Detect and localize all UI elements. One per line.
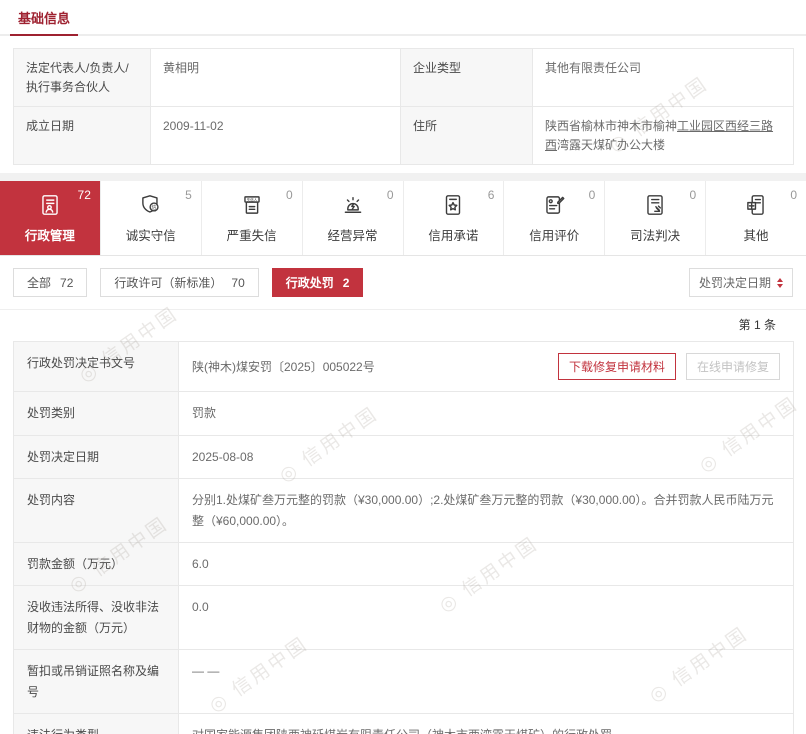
tab-label: 其他	[706, 225, 806, 244]
shield-credit-icon: 信	[138, 207, 164, 221]
tab-label: 严重失信	[202, 225, 302, 244]
download-repair-material-button[interactable]: 下载修复申请材料	[558, 353, 676, 380]
tab-count-badge: 5	[185, 188, 192, 202]
tab-count-badge: 6	[488, 188, 495, 202]
sort-label: 处罚决定日期	[699, 274, 771, 291]
field-value: 2009-11-02	[151, 107, 401, 165]
filter-penalty-button[interactable]: 行政处罚 2	[272, 268, 364, 297]
table-row: 处罚类别 罚款	[14, 392, 794, 435]
tab-other[interactable]: 0 其他	[706, 181, 806, 255]
doc-number: 陕(神木)煤安罚〔2025〕005022号	[192, 357, 558, 377]
table-row: 暂扣或吊销证照名称及编号 — —	[14, 650, 794, 714]
field-value: 其他有限责任公司	[533, 49, 794, 107]
field-label: 处罚决定日期	[14, 435, 179, 478]
tab-judicial-judgment[interactable]: 0 司法判决	[605, 181, 706, 255]
section-tabbar: 基础信息	[0, 0, 806, 36]
tab-abnormal-operation[interactable]: 0 经营异常	[303, 181, 404, 255]
field-value-address: 陕西省榆林市神木市榆神工业园区西经三路西湾露天煤矿办公大楼	[533, 107, 794, 165]
filter-count: 2	[343, 276, 350, 290]
table-row: 成立日期 2009-11-02 住所 陕西省榆林市神木市榆神工业园区西经三路西湾…	[14, 107, 794, 165]
document-edit-icon	[541, 207, 567, 221]
section-divider	[0, 173, 806, 181]
tab-administrative-management[interactable]: 72 行政管理	[0, 181, 101, 255]
field-value: 6.0	[179, 542, 794, 585]
filter-label: 行政处罚	[286, 276, 334, 290]
field-label: 没收违法所得、没收非法财物的金额（万元）	[14, 586, 179, 650]
table-row: 罚款金额（万元） 6.0	[14, 542, 794, 585]
field-value: 对国家能源集团陕西神延煤炭有限责任公司（神木市西湾露天煤矿）的行政处罚	[179, 713, 794, 734]
table-row: 行政处罚决定书文号 陕(神木)煤安罚〔2025〕005022号 下载修复申请材料…	[14, 342, 794, 392]
field-value: — —	[179, 650, 794, 714]
field-label: 企业类型	[401, 49, 533, 107]
address-text: 湾露天煤矿办公大楼	[557, 138, 665, 152]
tab-count-badge: 72	[78, 188, 91, 202]
field-value: 罚款	[179, 392, 794, 435]
category-tabbar: 72 行政管理 5 信 诚实守信 0 失信人 严重失信 0 经营异常	[0, 181, 806, 256]
results-header: 第 1 条	[0, 309, 806, 339]
basic-info-table: 法定代表人/负责人/执行事务合伙人 黄相明 企业类型 其他有限责任公司 成立日期…	[13, 48, 794, 165]
item-counter: 第 1 条	[739, 318, 776, 332]
document-gavel-icon	[642, 207, 668, 221]
filter-license-button[interactable]: 行政许可（新标准） 70	[100, 268, 258, 297]
field-label: 暂扣或吊销证照名称及编号	[14, 650, 179, 714]
tab-count-badge: 0	[387, 188, 394, 202]
tab-label: 诚实守信	[101, 225, 201, 244]
sort-arrows-icon	[777, 278, 783, 288]
tab-serious-dishonesty[interactable]: 0 失信人 严重失信	[202, 181, 303, 255]
tab-basic-info[interactable]: 基础信息	[10, 6, 78, 36]
table-row: 处罚内容 分别1.处煤矿叁万元整的罚款（¥30,000.00）;2.处煤矿叁万元…	[14, 479, 794, 543]
tab-credit-commitment[interactable]: 6 信用承诺	[404, 181, 505, 255]
tab-honesty-credit[interactable]: 5 信 诚实守信	[101, 181, 202, 255]
field-label: 处罚类别	[14, 392, 179, 435]
dishonest-archive-icon: 失信人	[239, 207, 265, 221]
table-row: 处罚决定日期 2025-08-08	[14, 435, 794, 478]
tab-credit-evaluation[interactable]: 0 信用评价	[504, 181, 605, 255]
document-star-icon	[440, 207, 466, 221]
sort-dropdown[interactable]: 处罚决定日期	[689, 268, 793, 297]
field-label: 罚款金额（万元）	[14, 542, 179, 585]
field-label: 成立日期	[14, 107, 151, 165]
document-person-icon	[37, 207, 63, 221]
page: ◎ 信用中国 ◎ 信用中国 ◎ 信用中国 ◎ 信用中国 ◎ 信用中国 ◎ 信用中…	[0, 0, 806, 734]
filter-count: 72	[60, 276, 73, 290]
field-label: 行政处罚决定书文号	[14, 342, 179, 392]
table-row: 违法行为类型 对国家能源集团陕西神延煤炭有限责任公司（神木市西湾露天煤矿）的行政…	[14, 713, 794, 734]
penalty-detail-table: 行政处罚决定书文号 陕(神木)煤安罚〔2025〕005022号 下载修复申请材料…	[13, 341, 794, 734]
tab-count-badge: 0	[286, 188, 293, 202]
filter-label: 全部	[27, 276, 51, 290]
field-label: 违法行为类型	[14, 713, 179, 734]
field-value: 2025-08-08	[179, 435, 794, 478]
filter-bar: 全部 72 行政许可（新标准） 70 行政处罚 2 处罚决定日期	[13, 268, 793, 297]
field-value: 黄相明	[151, 49, 401, 107]
online-repair-apply-button[interactable]: 在线申请修复	[686, 353, 780, 380]
tab-count-badge: 0	[589, 188, 596, 202]
field-label: 处罚内容	[14, 479, 179, 543]
alarm-light-icon	[340, 207, 366, 221]
filter-count: 70	[231, 276, 244, 290]
tab-label: 司法判决	[605, 225, 705, 244]
address-text: 陕西省榆林市神木市榆神	[545, 119, 677, 133]
tab-label: 信用评价	[504, 225, 604, 244]
filter-all-button[interactable]: 全部 72	[13, 268, 87, 297]
tab-count-badge: 0	[790, 188, 797, 202]
table-row: 没收违法所得、没收非法财物的金额（万元） 0.0	[14, 586, 794, 650]
svg-text:信: 信	[151, 204, 156, 211]
field-label: 住所	[401, 107, 533, 165]
tab-label: 行政管理	[0, 225, 100, 244]
field-label: 法定代表人/负责人/执行事务合伙人	[14, 49, 151, 107]
tab-label: 经营异常	[303, 225, 403, 244]
filter-label: 行政许可（新标准）	[114, 276, 222, 290]
field-value: 分别1.处煤矿叁万元整的罚款（¥30,000.00）;2.处煤矿叁万元整的罚款（…	[179, 479, 794, 543]
tab-label: 信用承诺	[404, 225, 504, 244]
field-value: 0.0	[179, 586, 794, 650]
tab-count-badge: 0	[689, 188, 696, 202]
svg-text:失信人: 失信人	[247, 197, 258, 202]
table-row: 法定代表人/负责人/执行事务合伙人 黄相明 企业类型 其他有限责任公司	[14, 49, 794, 107]
document-plus-icon	[743, 207, 769, 221]
